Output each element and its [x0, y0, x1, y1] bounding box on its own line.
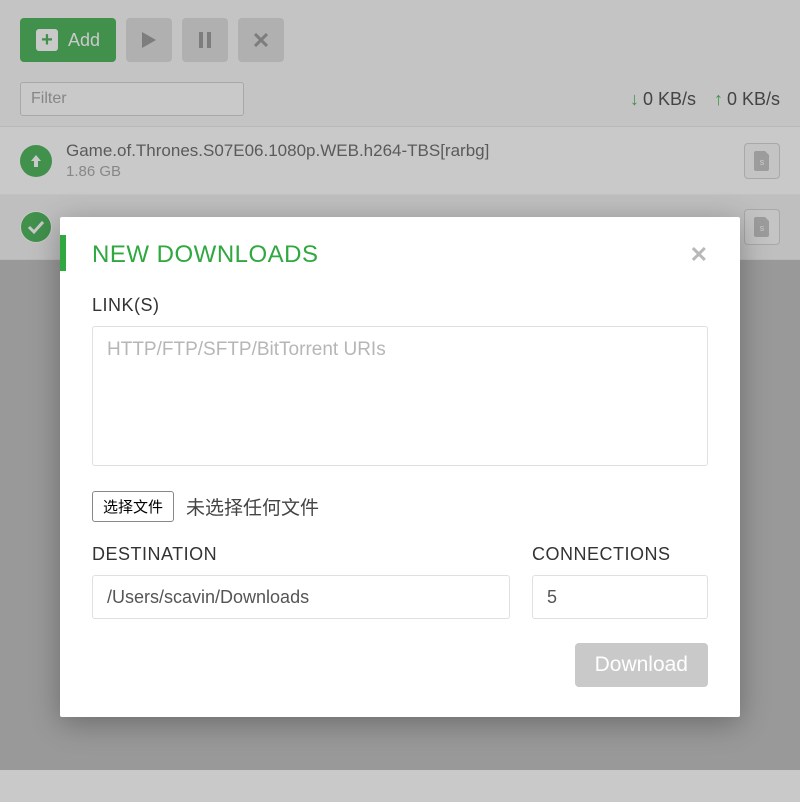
no-file-text: 未选择任何文件 [186, 493, 319, 520]
links-input[interactable] [92, 326, 708, 466]
modal-header: NEW DOWNLOADS ✕ [60, 217, 740, 277]
modal-footer: Download [92, 643, 708, 687]
accent-stripe [60, 235, 66, 271]
connections-input[interactable] [532, 575, 708, 619]
destination-input[interactable] [92, 575, 510, 619]
destination-label: DESTINATION [92, 544, 510, 565]
new-downloads-modal: NEW DOWNLOADS ✕ LINK(S) 选择文件 未选择任何文件 DES… [60, 217, 740, 717]
modal-title: NEW DOWNLOADS [92, 241, 319, 269]
links-label: LINK(S) [92, 295, 708, 316]
modal-body: LINK(S) 选择文件 未选择任何文件 DESTINATION CONNECT… [60, 277, 740, 717]
file-chooser-row: 选择文件 未选择任何文件 [92, 491, 708, 522]
close-button[interactable]: ✕ [690, 242, 708, 268]
choose-file-button[interactable]: 选择文件 [92, 491, 174, 522]
connections-label: CONNECTIONS [532, 544, 708, 565]
download-button[interactable]: Download [575, 643, 708, 687]
close-icon: ✕ [690, 242, 708, 267]
